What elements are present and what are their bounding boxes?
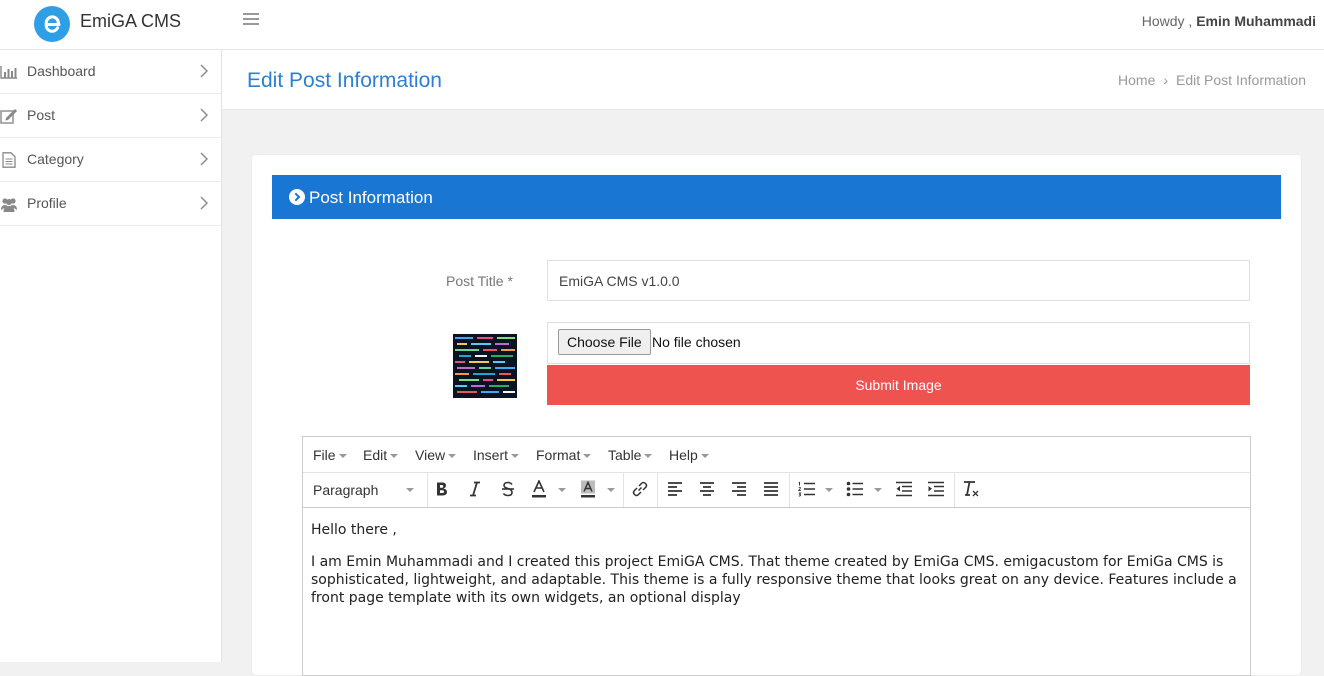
- block-format-select[interactable]: Paragraph: [313, 482, 378, 498]
- menu-label: Insert: [473, 447, 509, 463]
- breadcrumb-current: Edit Post Information: [1176, 72, 1306, 88]
- chevron-right-icon: [200, 108, 208, 122]
- menu-label: Format: [536, 447, 581, 463]
- top-bar: EmiGA CMS Howdy , Emin Muhammadi: [0, 0, 1324, 50]
- numbered-list-icon[interactable]: [796, 479, 818, 499]
- menu-view[interactable]: View: [415, 447, 457, 463]
- menu-edit[interactable]: Edit: [363, 447, 399, 463]
- post-title-label: Post Title *: [446, 273, 513, 289]
- users-icon: [1, 198, 17, 212]
- menu-format[interactable]: Format: [536, 447, 592, 463]
- post-title-input[interactable]: [547, 260, 1250, 301]
- menu-label: File: [313, 447, 336, 463]
- file-upload-field: Choose File No file chosen: [547, 322, 1250, 364]
- bulleted-list-icon[interactable]: [844, 479, 866, 499]
- chevron-right-icon: [200, 64, 208, 78]
- rich-text-editor: File Edit View Insert Format Table Help …: [302, 436, 1251, 676]
- choose-file-button[interactable]: Choose File: [558, 329, 651, 355]
- bold-icon[interactable]: [431, 479, 453, 499]
- menu-toggle-icon[interactable]: [243, 13, 259, 27]
- chevron-down-icon: [406, 488, 414, 492]
- menu-insert[interactable]: Insert: [473, 447, 520, 463]
- sidebar-item-label: Category: [27, 151, 84, 167]
- align-justify-icon[interactable]: [760, 479, 782, 499]
- no-file-text: No file chosen: [652, 334, 741, 350]
- sidebar-item-label: Dashboard: [27, 63, 96, 79]
- user-greeting[interactable]: Howdy , Emin Muhammadi: [1142, 13, 1316, 29]
- italic-icon[interactable]: [464, 479, 486, 499]
- strikethrough-icon[interactable]: [497, 479, 519, 499]
- circle-chevron-right-icon: [289, 189, 305, 205]
- sidebar-item-dashboard[interactable]: Dashboard: [0, 50, 221, 94]
- card-header: Post Information: [272, 175, 1281, 219]
- edit-icon: [0, 109, 17, 124]
- menu-label: View: [415, 447, 446, 463]
- breadcrumb-separator-icon: ›: [1163, 72, 1169, 88]
- editor-content[interactable]: Hello there , I am Emin Muhammadi and I …: [311, 521, 1241, 621]
- chevron-down-icon[interactable]: [825, 488, 833, 492]
- chevron-down-icon[interactable]: [607, 488, 615, 492]
- editor-paragraph: I am Emin Muhammadi and I created this p…: [311, 554, 1237, 606]
- breadcrumb-home-link[interactable]: Home: [1118, 72, 1155, 88]
- outdent-icon[interactable]: [893, 479, 915, 499]
- align-right-icon[interactable]: [728, 479, 750, 499]
- user-name: Emin Muhammadi: [1196, 13, 1316, 29]
- background-color-icon[interactable]: [577, 479, 599, 499]
- menu-table[interactable]: Table: [608, 447, 653, 463]
- submit-image-button[interactable]: Submit Image: [547, 365, 1250, 405]
- sidebar-item-profile[interactable]: Profile: [0, 182, 221, 226]
- editor-toolbar: Paragraph: [303, 472, 1250, 508]
- chevron-down-icon[interactable]: [874, 488, 882, 492]
- chevron-right-icon: [200, 152, 208, 166]
- chevron-right-icon: [200, 196, 208, 210]
- document-icon: [2, 152, 16, 168]
- menu-help[interactable]: Help: [669, 447, 709, 463]
- editor-menubar: File Edit View Insert Format Table Help: [303, 437, 1250, 473]
- menu-label: Edit: [363, 447, 388, 463]
- card-header-title: Post Information: [309, 188, 433, 207]
- content-header: Edit Post Information Home › Edit Post Inf…: [222, 50, 1324, 110]
- sidebar-item-post[interactable]: Post: [0, 94, 221, 138]
- sidebar-item-label: Profile: [27, 195, 67, 211]
- logo-icon[interactable]: [34, 6, 70, 42]
- greeting-text: Howdy ,: [1141, 13, 1193, 29]
- brand-name[interactable]: EmiGA CMS: [80, 11, 181, 32]
- bar-chart-icon: [0, 66, 17, 79]
- text-color-icon[interactable]: [528, 479, 550, 499]
- menu-label: Table: [608, 447, 642, 463]
- chevron-down-icon[interactable]: [558, 488, 566, 492]
- sidebar-item-category[interactable]: Category: [0, 138, 221, 182]
- link-icon[interactable]: [629, 479, 651, 499]
- clear-formatting-icon[interactable]: [960, 479, 982, 499]
- sidebar-item-label: Post: [27, 107, 56, 123]
- menu-file[interactable]: File: [313, 447, 347, 463]
- align-left-icon[interactable]: [664, 479, 686, 499]
- breadcrumb: Home › Edit Post Information: [1118, 72, 1306, 88]
- indent-icon[interactable]: [925, 479, 947, 499]
- menu-label: Help: [669, 447, 698, 463]
- sidebar: Dashboard Post Category Profile: [0, 50, 222, 662]
- post-thumbnail-image[interactable]: [453, 334, 517, 398]
- page-title: Edit Post Information: [247, 69, 442, 92]
- align-center-icon[interactable]: [696, 479, 718, 499]
- editor-paragraph: Hello there ,: [311, 522, 397, 538]
